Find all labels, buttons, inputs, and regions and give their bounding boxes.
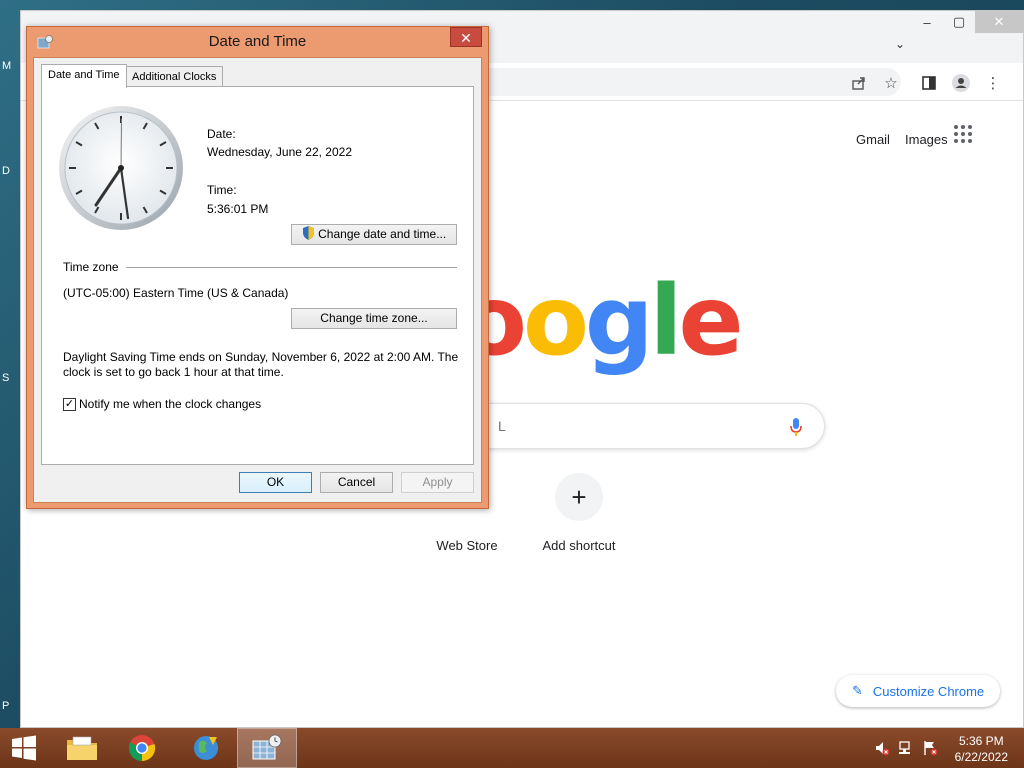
action-center-flag-icon[interactable] — [920, 728, 940, 768]
taskbar: 5:36 PM 6/22/2022 — [0, 728, 1024, 768]
maximize-icon[interactable]: ▢ — [943, 11, 975, 33]
shortcut-web-store[interactable]: Web Store — [407, 538, 527, 553]
desktop-icon-label: P — [2, 700, 10, 712]
clock-time: 5:36 PM — [958, 734, 1004, 748]
desktop-icon-label: M — [2, 60, 12, 72]
timezone-header: Time zone — [63, 260, 119, 274]
date-label: Date: — [207, 127, 236, 141]
google-logo: oogle — [461, 265, 744, 377]
shortcut-add-label[interactable]: Add shortcut — [519, 538, 639, 553]
close-icon[interactable]: ✕ — [450, 27, 482, 47]
analog-clock — [58, 105, 184, 234]
change-date-time-label: Change date and time... — [318, 227, 447, 241]
timezone-divider — [126, 267, 457, 268]
profile-icon[interactable] — [951, 73, 971, 93]
tab-additional-clocks[interactable]: Additional Clocks — [125, 66, 224, 88]
customize-chrome-label: Customize Chrome — [872, 683, 985, 699]
dst-notice-line1: Daylight Saving Time ends on Sunday, Nov… — [63, 350, 459, 364]
timezone-value: (UTC-05:00) Eastern Time (US & Canada) — [63, 286, 289, 300]
gmail-link[interactable]: Gmail — [856, 132, 890, 147]
share-icon[interactable] — [849, 73, 869, 93]
pencil-icon: ✎ — [852, 683, 863, 698]
system-clock[interactable]: 5:36 PM 6/22/2022 — [955, 733, 1008, 765]
time-label: Time: — [207, 183, 237, 197]
images-link[interactable]: Images — [905, 132, 948, 147]
change-timezone-button[interactable]: Change time zone... — [291, 308, 457, 329]
search-box[interactable]: L — [431, 403, 825, 449]
menu-icon[interactable]: ⋮ — [983, 73, 1003, 93]
date-time-icon[interactable] — [237, 728, 297, 768]
desktop-icon-label: S — [2, 372, 10, 384]
add-shortcut-button[interactable]: + — [555, 473, 603, 521]
cancel-button[interactable]: Cancel — [320, 472, 393, 493]
file-explorer-icon[interactable] — [52, 728, 112, 768]
customize-chrome-button[interactable]: ✎ Customize Chrome — [836, 675, 1000, 707]
logo-letter: l — [649, 265, 683, 377]
change-date-time-button[interactable]: Change date and time... — [291, 224, 457, 245]
ok-button[interactable]: OK — [239, 472, 312, 493]
dialog-body: Date and Time Additional Clocks Date: We… — [33, 57, 482, 503]
logo-letter: g — [584, 265, 654, 377]
window-controls: – ▢ ✕ — [911, 11, 1023, 41]
uac-shield-icon — [302, 226, 314, 240]
notify-checkbox[interactable]: ✓ — [63, 398, 76, 411]
side-panel-icon[interactable] — [919, 73, 939, 93]
apply-button[interactable]: Apply — [401, 472, 474, 493]
network-icon[interactable] — [896, 728, 916, 768]
search-placeholder: L — [498, 418, 506, 434]
date-value: Wednesday, June 22, 2022 — [207, 145, 352, 159]
tab-date-and-time[interactable]: Date and Time — [41, 64, 127, 88]
close-window-icon[interactable]: ✕ — [975, 11, 1023, 33]
microphone-icon[interactable] — [790, 418, 802, 439]
tab-search-icon[interactable]: ⌄ — [895, 37, 905, 51]
plus-icon: + — [571, 481, 587, 512]
tab-panel: Date: Wednesday, June 22, 2022 Time: 5:3… — [41, 86, 474, 465]
date-time-dialog: Date and Time ✕ Date and Time Additional… — [26, 26, 489, 509]
logo-letter: o — [522, 265, 589, 377]
google-apps-icon[interactable] — [954, 125, 972, 143]
network-globe-icon[interactable] — [176, 728, 236, 768]
volume-muted-icon[interactable] — [872, 728, 892, 768]
chrome-icon[interactable] — [112, 728, 172, 768]
notify-label: Notify me when the clock changes — [79, 397, 262, 411]
logo-letter: e — [678, 265, 744, 377]
dialog-title: Date and Time — [208, 33, 307, 50]
desktop-icon-label: D — [2, 165, 10, 177]
windows-start-icon[interactable] — [0, 728, 48, 768]
address-bar[interactable] — [461, 68, 901, 96]
minimize-icon[interactable]: – — [911, 11, 943, 33]
clock-date: 6/22/2022 — [954, 750, 1008, 764]
star-icon[interactable]: ☆ — [881, 73, 901, 93]
time-value: 5:36:01 PM — [207, 202, 269, 216]
dst-notice-line2: clock is set to go back 1 hour at that t… — [63, 365, 284, 379]
